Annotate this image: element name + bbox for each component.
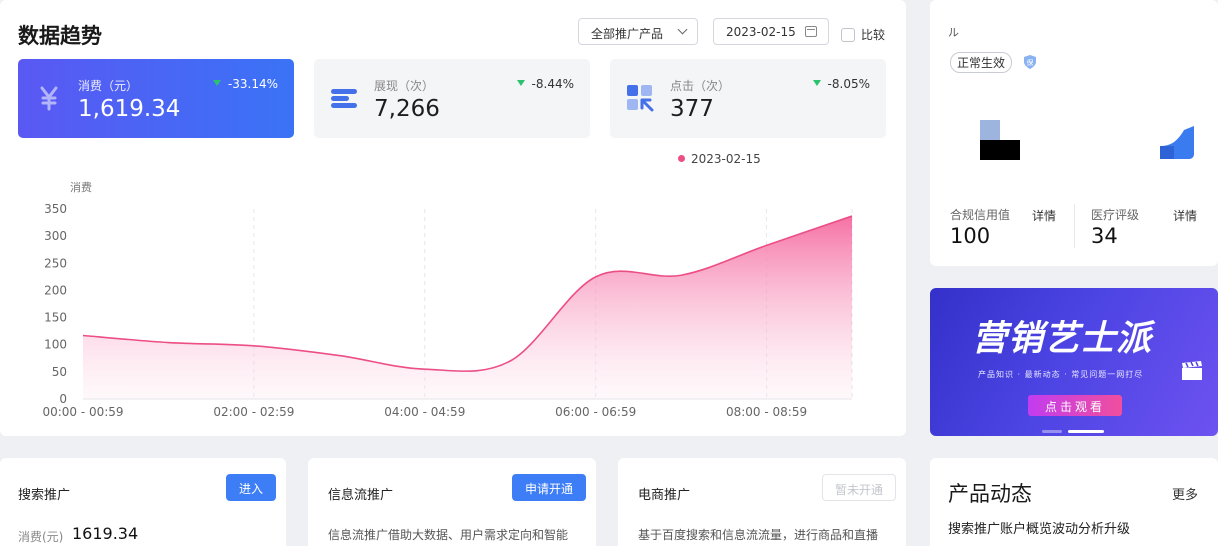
calendar-icon [805,26,817,37]
compare-label: 比较 [861,28,886,42]
more-link[interactable]: 更多 [1172,484,1198,503]
trend-panel: 数据趋势 全部推广产品 2023-02-15 比较 消费（元） 1,619.34… [0,0,906,436]
x-tick-label: 08:00 - 08:59 [726,405,807,419]
apply-button[interactable]: 申请开通 [512,474,586,501]
metric-delta: -33.14% [212,77,278,91]
x-tick-label: 02:00 - 02:59 [213,405,294,419]
x-tick-label: 00:00 - 00:59 [42,405,123,419]
credit-logo-icon [1160,126,1194,159]
stat-detail-link[interactable]: 详情 [1173,207,1197,224]
shop-name: ル [948,26,959,39]
y-tick-label: 350 [44,202,67,216]
y-tick-label: 300 [44,229,67,243]
y-tick-label: 50 [52,365,67,379]
shield-label: 保 [1027,58,1034,67]
banner-watch-button[interactable]: 点击观看 [1028,395,1122,416]
spend-value: 1619.34 [72,524,139,543]
spend-area-chart[interactable]: 消费 0 50 100 150 200 250 300 350 00:00 - 00:59 02:0… [0,170,906,430]
checkbox-box[interactable] [841,28,855,42]
product-select-value: 全部推广产品 [591,27,664,41]
spend-label: 消费(元) [18,530,64,544]
card-title: 信息流推广 [328,488,394,503]
click-grid-icon [627,85,654,112]
stat-detail-link[interactable]: 详情 [1032,207,1056,224]
card-description: 基于百度搜索和信息流流量，进行商品和直播 [638,528,879,542]
bars-icon [331,89,357,108]
shield-icon: 保 [1024,55,1036,69]
product-news-card: 产品动态 更多 搜索推广账户概览波动分析升级 [930,458,1218,546]
metric-card-spend[interactable]: 消费（元） 1,619.34 -33.14% [18,59,294,138]
clapperboard-icon [1182,361,1202,380]
stat-label-medical: 医疗评级 [1091,208,1140,222]
product-select[interactable]: 全部推广产品 [578,18,698,45]
x-tick-label: 04:00 - 04:59 [384,405,465,419]
metric-delta: -8.44% [516,77,574,91]
stat-value-medical: 34 [1091,224,1118,248]
y-tick-label: 250 [44,256,67,270]
x-tick-label: 06:00 - 06:59 [555,405,636,419]
divider [1074,204,1075,248]
stat-value-credit: 100 [950,224,991,248]
redacted-image-part [980,140,1020,160]
down-triangle-icon [812,80,821,86]
legend-label: 2023-02-15 [691,152,761,166]
legend-dot [678,155,685,162]
enter-button[interactable]: 进入 [226,474,276,501]
metric-value: 7,266 [374,96,440,122]
down-triangle-icon [212,80,221,86]
page-title: 数据趋势 [18,24,102,48]
metric-value: 1,619.34 [78,96,181,122]
chart-legend[interactable]: 2023-02-15 [678,152,761,166]
card-description: 信息流推广借助大数据、用户需求定向和智能 [328,528,569,542]
redacted-image-part [980,120,1000,140]
compare-checkbox[interactable]: 比较 [841,26,885,43]
metric-label: 消费（元） [78,79,139,93]
down-triangle-icon [516,80,525,86]
metric-value: 377 [670,96,714,122]
banner-title: 营销艺士派 [972,319,1153,359]
y-tick-label: 0 [59,392,67,406]
carousel-dot[interactable] [1042,430,1062,433]
account-info-panel: ル 正常生效 保 合规信用值 详情 100 医疗评级 详情 34 [930,0,1218,266]
card-title: 电商推广 [638,488,691,503]
metric-delta: -8.05% [812,77,870,91]
card-title: 搜索推广 [18,488,71,503]
date-picker-value: 2023-02-15 [726,25,796,39]
metric-label: 展现（次） [374,79,435,93]
date-picker[interactable]: 2023-02-15 [713,18,829,45]
metric-card-clicks[interactable]: 点击（次） 377 -8.05% [610,59,886,138]
promo-banner[interactable]: 营销艺士派 产品知识 · 最新动态 · 常见问题一网打尽 点击观看 [930,288,1218,436]
news-item[interactable]: 搜索推广账户概览波动分析升级 [948,518,1130,537]
status-badge: 正常生效 [950,52,1013,73]
y-axis-title: 消费 [70,180,92,194]
carousel-dots[interactable] [1042,418,1110,436]
metric-card-impressions[interactable]: 展现（次） 7,266 -8.44% [314,59,590,138]
yuan-icon [40,86,58,111]
banner-subtitle: 产品知识 · 最新动态 · 常见问题一网打尽 [978,370,1144,379]
not-open-button: 暂未开通 [822,474,896,501]
y-tick-label: 200 [44,283,67,297]
news-title: 产品动态 [948,482,1032,506]
carousel-dot-active[interactable] [1068,430,1104,433]
stat-label-credit: 合规信用值 [950,208,1011,222]
chevron-down-icon [677,24,688,35]
y-tick-label: 100 [44,338,67,352]
y-tick-label: 150 [44,311,67,325]
ecommerce-promo-card: 电商推广 暂未开通 基于百度搜索和信息流流量，进行商品和直播 [618,458,906,546]
metric-label: 点击（次） [670,79,731,93]
search-promo-card: 搜索推广 进入 消费(元) 1619.34 [0,458,286,546]
feed-promo-card: 信息流推广 申请开通 信息流推广借助大数据、用户需求定向和智能 [308,458,596,546]
